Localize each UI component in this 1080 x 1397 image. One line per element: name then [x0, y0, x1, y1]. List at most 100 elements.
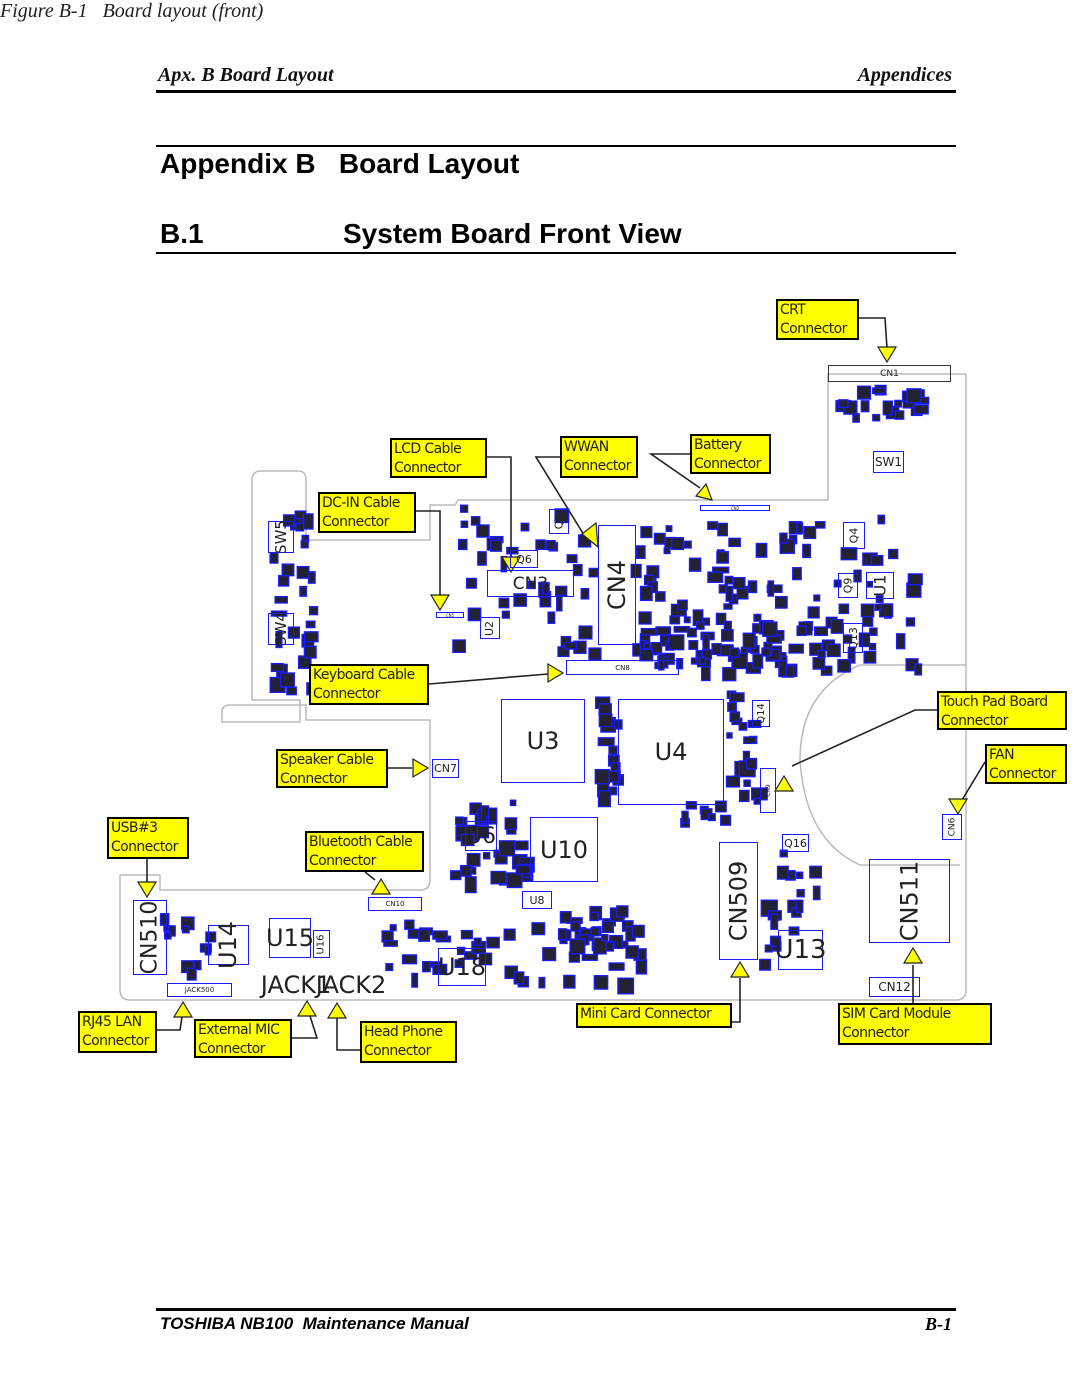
smd-component: [635, 545, 646, 559]
smd-component: [872, 387, 886, 395]
smd-component: [466, 852, 481, 867]
smd-component: [593, 975, 609, 990]
leader-line-touchpad: [791, 709, 937, 767]
smd-component: [542, 947, 557, 962]
smd-component: [401, 954, 418, 965]
smd-component: [598, 703, 612, 716]
smd-component: [460, 929, 473, 940]
callout-keyboard: Keyboard Cable Connector: [309, 664, 429, 705]
component-cn3: CN3: [487, 570, 574, 597]
smd-component: [742, 632, 756, 649]
smd-component: [729, 711, 741, 723]
callout-lcd: LCD Cable Connector: [390, 438, 487, 478]
component-label: CN7: [434, 762, 457, 775]
smd-component: [905, 617, 916, 627]
component-u18: U18: [438, 948, 486, 986]
component-label: U2: [483, 620, 497, 636]
smd-component: [802, 543, 812, 559]
component-cn10: CN10: [368, 897, 422, 911]
smd-component: [852, 413, 860, 423]
component-label: U16: [316, 933, 328, 955]
component-label: U13: [774, 935, 827, 965]
callout-text: Speaker Cable: [280, 752, 374, 768]
component-cn4: CN4: [598, 525, 636, 645]
arrow-triangle-headphone: [326, 1001, 348, 1019]
component-label: SW1: [874, 455, 903, 469]
smd-component: [598, 713, 613, 728]
leader-line-crt: [859, 317, 888, 349]
smd-component: [868, 642, 877, 651]
leader-line-rj45: [157, 1016, 183, 1031]
arrow-triangle-speaker: [412, 757, 430, 779]
component-cn1: CN1: [828, 365, 951, 382]
smd-component: [617, 977, 635, 995]
smd-component: [639, 585, 653, 602]
smd-component: [671, 537, 685, 551]
component-label: CN5: [445, 612, 455, 618]
smd-component: [707, 571, 724, 583]
component-label: Q4: [847, 527, 861, 544]
smd-component: [588, 567, 599, 578]
smd-component: [761, 647, 771, 657]
callout-simcard: SIM Card Module Connector: [838, 1003, 992, 1045]
component-sw1: SW1: [873, 451, 904, 473]
smd-component: [738, 789, 750, 803]
smd-component: [677, 599, 688, 611]
component-sw4: SW4: [268, 612, 294, 646]
smd-component: [894, 399, 902, 408]
smd-component: [477, 551, 487, 566]
smd-component: [504, 817, 518, 830]
smd-component: [581, 953, 599, 961]
smd-component: [743, 779, 751, 787]
component-label: U18: [437, 953, 487, 981]
callout-text: CRT: [780, 302, 806, 318]
callout-text: USB#3: [111, 820, 158, 836]
arrow-triangle-touchpad: [773, 774, 795, 792]
smd-component: [486, 936, 500, 949]
component-u14: U14: [208, 921, 249, 969]
arrow-triangle-usb3: [136, 881, 158, 899]
smd-component: [270, 662, 284, 673]
arrow-triangle-bluetooth: [370, 877, 392, 895]
component-q14: Q14: [752, 700, 770, 727]
smd-component: [450, 870, 462, 881]
smd-component: [688, 557, 702, 572]
callout-dcin: DC-IN Cable Connector: [318, 492, 416, 533]
footer-manual-title: TOSHIBA NB100 Maintenance Manual: [160, 1314, 469, 1333]
smd-component: [455, 816, 464, 826]
smd-component: [597, 790, 611, 808]
component-label: CN1: [880, 368, 899, 379]
smd-component: [776, 865, 789, 880]
smd-component: [452, 639, 466, 654]
smd-component: [872, 413, 881, 422]
smd-component: [590, 927, 600, 937]
component-label: CN511: [895, 860, 924, 942]
smd-component: [594, 768, 611, 785]
smd-component: [665, 525, 673, 533]
callout-crt: CRT Connector: [776, 299, 859, 340]
smd-component: [464, 876, 477, 894]
callout-headphone: Head Phone Connector: [360, 1021, 457, 1063]
component-u6: U6: [465, 821, 497, 851]
component-cn7: CN7: [432, 759, 459, 778]
smd-component: [476, 524, 490, 538]
smd-component: [389, 924, 397, 932]
smd-component: [698, 656, 707, 665]
smd-component: [422, 960, 431, 973]
component-u15: U15: [266, 918, 314, 958]
smd-component: [779, 532, 788, 544]
component-label: U1: [870, 574, 890, 597]
component-jack1: JACK1: [261, 970, 331, 1000]
smd-component: [640, 627, 658, 636]
smd-component: [473, 937, 482, 946]
smd-component: [538, 976, 546, 989]
smd-component: [278, 574, 290, 587]
smd-component: [535, 539, 546, 550]
smd-component: [605, 941, 614, 952]
smd-component: [683, 616, 691, 624]
smd-component: [286, 686, 297, 696]
smd-component: [281, 563, 295, 577]
smd-component: [882, 400, 894, 416]
smd-component: [531, 922, 546, 936]
smd-component: [181, 925, 190, 934]
